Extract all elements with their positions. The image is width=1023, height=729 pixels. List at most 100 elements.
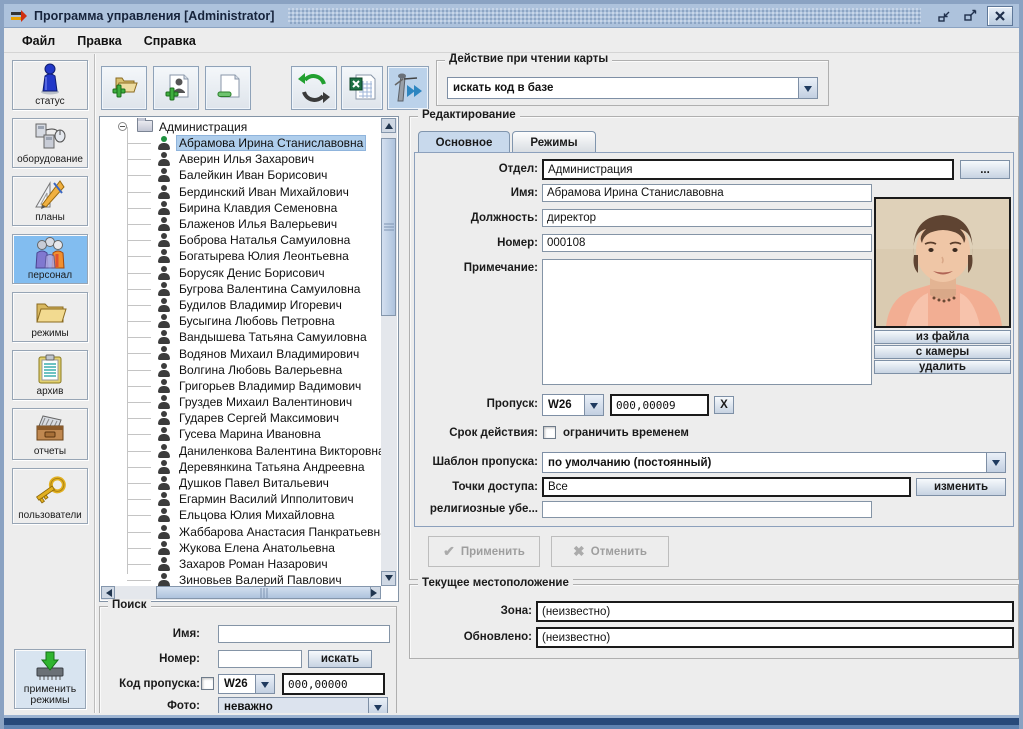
card-action-select[interactable]: искать код в базе	[447, 77, 818, 99]
close-button[interactable]	[987, 6, 1013, 26]
tree-person-item[interactable]: Боброва Наталья Самуиловна	[101, 232, 381, 248]
tree-person-item[interactable]: Бугрова Валентина Самуиловна	[101, 281, 381, 297]
tree-collapse-icon[interactable]	[118, 122, 127, 131]
tree-person-item[interactable]: Деревянкина Татьяна Андреевна	[101, 459, 381, 475]
photo-delete-button[interactable]: удалить	[874, 360, 1011, 374]
menu-edit[interactable]: Правка	[67, 31, 131, 51]
sidebar-item-label: режимы	[31, 328, 68, 339]
menu-help[interactable]: Справка	[134, 31, 206, 51]
maximize-button[interactable]	[961, 7, 981, 25]
search-passcode-checkbox[interactable]	[201, 677, 214, 690]
search-number-input[interactable]	[218, 650, 302, 668]
apply-button[interactable]: ✔ Применить	[428, 536, 540, 567]
tree-person-item[interactable]: Григорьев Владимир Вадимович	[101, 378, 381, 394]
tree-person-item[interactable]: Бердинский Иван Михайлович	[101, 184, 381, 200]
tree-person-item[interactable]: Жукова Елена Анатольевна	[101, 540, 381, 556]
chevron-down-icon[interactable]	[986, 453, 1005, 472]
horizontal-scroll-thumb[interactable]	[156, 586, 371, 599]
apply-modes-button[interactable]: применить режимы	[14, 649, 86, 709]
titlebar-pattern	[288, 8, 921, 24]
chevron-down-icon[interactable]	[584, 395, 603, 415]
search-name-input[interactable]	[218, 625, 390, 643]
tree-person-item[interactable]: Балейкин Иван Борисович	[101, 167, 381, 183]
sidebar-item-personnel[interactable]: персонал	[12, 234, 88, 284]
sidebar-item-users[interactable]: пользователи	[12, 468, 88, 524]
tree-horizontal-scrollbar[interactable]	[101, 586, 381, 600]
limit-time-checkbox[interactable]	[543, 426, 556, 439]
add-group-button[interactable]	[101, 66, 147, 110]
photo-from-camera-button[interactable]: с камеры	[874, 345, 1011, 359]
card-reader-button[interactable]	[387, 66, 429, 110]
pass-format-select[interactable]: W26	[542, 394, 604, 416]
person-icon	[157, 395, 170, 409]
limit-time-checkbox-label[interactable]: ограничить временем	[563, 427, 689, 439]
sidebar-item-status[interactable]: статус	[12, 60, 88, 110]
tab-modes[interactable]: Режимы	[512, 131, 596, 153]
search-pass-format-select[interactable]: W26	[218, 674, 275, 694]
number-field[interactable]: 000108	[542, 234, 872, 252]
search-passcode-input[interactable]: 000,00000	[282, 673, 385, 695]
add-person-button[interactable]	[153, 66, 199, 110]
department-field[interactable]: Администрация	[542, 159, 954, 180]
tree-person-item[interactable]: Бирина Клавдия Семеновна	[101, 200, 381, 216]
tab-main[interactable]: Основное	[418, 131, 510, 153]
person-icon	[157, 152, 170, 166]
tree-people-list: Абрамова Ирина Станиславовна Аверин Илья…	[101, 135, 381, 586]
name-field[interactable]: Абрамова Ирина Станиславовна	[542, 184, 872, 202]
scroll-left-icon[interactable]	[101, 586, 115, 599]
access-points-edit-button[interactable]: изменить	[916, 478, 1006, 496]
tree-person-item[interactable]: Волгина Любовь Валерьевна	[101, 362, 381, 378]
tree-person-item[interactable]: Богатырева Юлия Леонтьевна	[101, 248, 381, 264]
sidebar-item-archive[interactable]: архив	[12, 350, 88, 400]
scroll-down-icon[interactable]	[381, 571, 396, 586]
tree-person-item[interactable]: Груздев Михаил Валентинович	[101, 394, 381, 410]
sidebar-item-reports[interactable]: отчеты	[12, 408, 88, 460]
excel-export-button[interactable]	[341, 66, 383, 110]
person-icon	[157, 541, 170, 555]
tree-person-item[interactable]: Ельцова Юлия Михайловна	[101, 507, 381, 523]
tree-person-item[interactable]: Зиновьев Валерий Павлович	[101, 572, 381, 586]
sidebar-item-modes[interactable]: режимы	[12, 292, 88, 342]
pass-template-select[interactable]: по умолчанию (постоянный)	[542, 452, 1006, 473]
tree-person-item[interactable]: Захаров Роман Назарович	[101, 556, 381, 572]
department-more-button[interactable]: ...	[960, 160, 1010, 179]
vertical-scroll-thumb[interactable]	[381, 138, 396, 316]
tree-person-item[interactable]: Бусыгина Любовь Петровна	[101, 313, 381, 329]
sidebar-item-equipment[interactable]: оборудование	[12, 118, 88, 168]
chevron-down-icon[interactable]	[255, 675, 274, 693]
menu-file[interactable]: Файл	[12, 31, 65, 51]
pass-clear-button[interactable]: X	[714, 396, 734, 414]
tree-root-node[interactable]: Администрация	[101, 118, 381, 135]
tree-person-item[interactable]: Водянов Михаил Владимирович	[101, 345, 381, 361]
tree-person-item[interactable]: Егармин Василий Ипполитович	[101, 491, 381, 507]
position-field[interactable]: директор	[542, 209, 872, 227]
tree-person-item[interactable]: Блаженов Илья Валерьевич	[101, 216, 381, 232]
tree-person-item[interactable]: Аверин Илья Захарович	[101, 151, 381, 167]
pass-code-input[interactable]: 000,00009	[610, 394, 709, 416]
note-label: Примечание:	[410, 262, 538, 274]
minimize-button[interactable]	[935, 7, 955, 25]
photo-from-file-button[interactable]: из файла	[874, 330, 1011, 344]
note-textarea[interactable]	[542, 259, 872, 385]
search-button[interactable]: искать	[308, 650, 372, 668]
tree-vertical-scrollbar[interactable]	[381, 118, 397, 586]
scroll-up-icon[interactable]	[381, 118, 396, 133]
person-name: Даниленкова Валентина Викторовна	[177, 444, 381, 458]
tree-person-item[interactable]: Гусева Марина Ивановна	[101, 426, 381, 442]
remove-button[interactable]	[205, 66, 251, 110]
access-points-field[interactable]: Все	[542, 477, 911, 497]
refresh-button[interactable]	[291, 66, 337, 110]
cancel-button[interactable]: ✖ Отменить	[551, 536, 669, 567]
sidebar-item-plans[interactable]: планы	[12, 176, 88, 226]
religion-field[interactable]	[542, 501, 872, 518]
tree-person-item[interactable]: Даниленкова Валентина Викторовна	[101, 443, 381, 459]
tree-person-item[interactable]: Жаббарова Анастасия Панкратьевна	[101, 524, 381, 540]
tree-person-item[interactable]: Борусяк Денис Борисович	[101, 265, 381, 281]
tree-person-item[interactable]: Вандышева Татьяна Самуиловна	[101, 329, 381, 345]
tree-person-item[interactable]: Душков Павел Витальевич	[101, 475, 381, 491]
chevron-down-icon[interactable]	[798, 78, 817, 98]
tree-person-item[interactable]: Будилов Владимир Игоревич	[101, 297, 381, 313]
tree-person-item[interactable]: Абрамова Ирина Станиславовна	[101, 135, 381, 151]
validity-label: Срок действия:	[410, 427, 538, 439]
tree-person-item[interactable]: Гударев Сергей Максимович	[101, 410, 381, 426]
